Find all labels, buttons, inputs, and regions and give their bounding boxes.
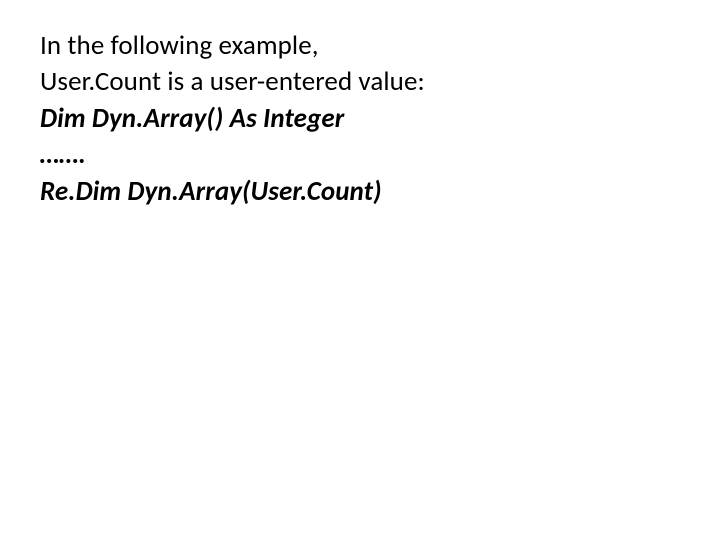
text-line-1: In the following example, (40, 28, 684, 64)
slide-content: In the following example, User.Count is … (0, 0, 720, 540)
text-line-2: User.Count is a user-entered value: (40, 64, 684, 100)
code-line-3: Re.Dim Dyn.Array(User.Count) (40, 174, 684, 210)
code-line-1: Dim Dyn.Array() As Integer (40, 101, 684, 137)
code-line-2: ……. (40, 137, 684, 173)
